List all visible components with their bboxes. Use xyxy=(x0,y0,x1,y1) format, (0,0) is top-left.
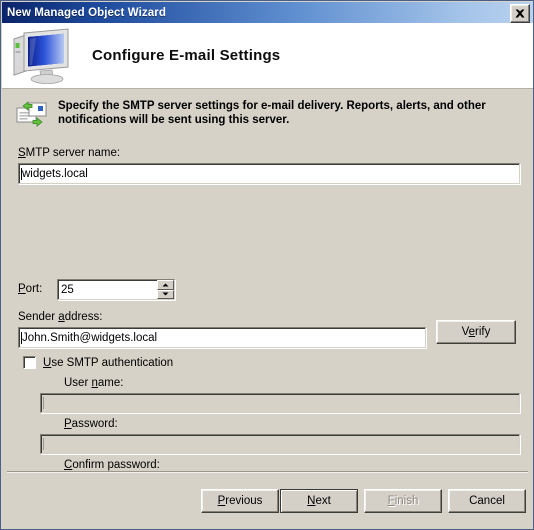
password-input[interactable] xyxy=(40,434,520,454)
smtp-server-input[interactable]: widgets.local xyxy=(18,163,520,184)
close-glyph xyxy=(515,9,525,18)
port-increment-button[interactable] xyxy=(157,280,174,290)
user-name-input[interactable] xyxy=(40,393,520,413)
sender-address-label: Sender address: xyxy=(18,311,103,323)
cancel-button[interactable]: Cancel xyxy=(448,489,526,513)
verify-button[interactable]: Verify xyxy=(436,320,516,344)
footer-separator xyxy=(7,471,528,473)
cancel-button-label: Cancel xyxy=(469,495,505,507)
text-caret xyxy=(43,438,44,450)
email-send-icon xyxy=(16,101,47,127)
port-label: Port: xyxy=(18,283,43,295)
previous-button[interactable]: Previous xyxy=(201,489,279,513)
chevron-down-icon xyxy=(162,292,169,296)
sender-address-value: John.Smith@widgets.local xyxy=(22,331,158,344)
port-value: 25 xyxy=(61,283,74,296)
next-button-label: Next xyxy=(307,495,331,507)
text-caret xyxy=(43,397,44,409)
title-bar: New Managed Object Wizard xyxy=(2,2,533,23)
window-title: New Managed Object Wizard xyxy=(7,6,166,19)
close-icon[interactable] xyxy=(510,4,530,23)
port-spin-buttons xyxy=(157,280,174,299)
use-smtp-auth-checkbox[interactable]: Use SMTP authentication xyxy=(23,356,173,369)
verify-button-label: Verify xyxy=(461,326,491,338)
page-title: Configure E-mail Settings xyxy=(92,47,281,64)
smtp-server-value: widgets.local xyxy=(22,167,88,180)
user-name-label: User name: xyxy=(64,377,124,389)
footer-bar: Previous Next Finish Cancel xyxy=(2,475,533,529)
sender-address-input[interactable]: John.Smith@widgets.local xyxy=(18,327,426,348)
wizard-dialog: New Managed Object Wizard Configure E-ma… xyxy=(0,0,534,530)
password-label: Password: xyxy=(64,418,118,430)
finish-button-label: Finish xyxy=(387,495,419,507)
chevron-up-icon xyxy=(162,283,169,287)
finish-button: Finish xyxy=(364,489,442,513)
use-smtp-auth-label: Use SMTP authentication xyxy=(43,356,174,369)
previous-button-label: Previous xyxy=(217,495,263,507)
next-button[interactable]: Next xyxy=(280,489,358,513)
wizard-banner: Configure E-mail Settings xyxy=(2,23,533,89)
checkbox-box[interactable] xyxy=(23,356,36,369)
port-stepper[interactable]: 25 xyxy=(57,279,175,300)
computer-monitor-icon xyxy=(13,27,69,84)
smtp-server-label: SMTP server name: xyxy=(18,147,121,159)
instruction-block: Specify the SMTP server settings for e-m… xyxy=(16,99,521,130)
instruction-text: Specify the SMTP server settings for e-m… xyxy=(58,100,486,126)
port-decrement-button[interactable] xyxy=(157,289,174,299)
confirm-password-label: Confirm password: xyxy=(64,459,160,471)
dialog-body: Specify the SMTP server settings for e-m… xyxy=(2,89,533,529)
